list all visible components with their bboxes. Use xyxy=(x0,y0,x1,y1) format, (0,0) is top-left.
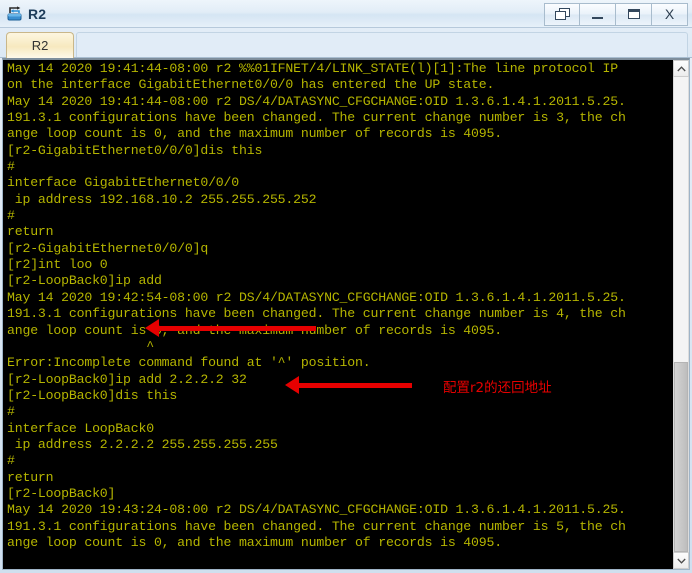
terminal-line: [r2]int loo 0 xyxy=(7,257,108,273)
terminal-line: [r2-LoopBack0] xyxy=(7,485,116,501)
arrow-int-loopback xyxy=(145,319,316,337)
terminal-line: ange loop count is 0, and the maximum nu… xyxy=(7,322,502,338)
tab-strip: R2 xyxy=(0,28,692,58)
chevron-up-icon xyxy=(676,65,686,71)
terminal-line: Error:Incomplete command found at '^' po… xyxy=(7,355,371,371)
terminal-line: ange loop count is 0, and the maximum nu… xyxy=(7,126,502,142)
minimize-icon xyxy=(592,16,603,19)
scroll-down-button[interactable] xyxy=(673,552,689,569)
router-console-window: R2 X R2 May 14 2020 19:41:44-08:00 r2 %%… xyxy=(0,0,692,573)
maximize-icon xyxy=(627,9,640,19)
terminal-line: [r2-GigabitEthernet0/0/0]dis this xyxy=(7,142,263,158)
terminal-line: ^ xyxy=(7,338,154,354)
terminal-line: [r2-LoopBack0]dis this xyxy=(7,387,178,403)
terminal-line: 191.3.1 configurations have been changed… xyxy=(7,110,626,126)
terminal-line: return xyxy=(7,469,54,485)
terminal-line: # xyxy=(7,159,15,175)
terminal-line: ip address 2.2.2.2 255.255.255.255 xyxy=(7,436,278,452)
terminal-line: ip address 192.168.10.2 255.255.255.252 xyxy=(7,191,317,207)
tab-strip-filler xyxy=(76,32,688,58)
vertical-scrollbar[interactable] xyxy=(672,60,689,569)
terminal-line: 191.3.1 configurations have been changed… xyxy=(7,306,626,322)
terminal-line: ange loop count is 0, and the maximum nu… xyxy=(7,534,502,550)
terminal-line: # xyxy=(7,404,15,420)
restore-tabs-button[interactable] xyxy=(544,2,580,26)
terminal-panel: May 14 2020 19:41:44-08:00 r2 %%01IFNET/… xyxy=(2,58,690,570)
maximize-button[interactable] xyxy=(616,2,652,26)
terminal-line: May 14 2020 19:42:54-08:00 r2 DS/4/DATAS… xyxy=(7,289,626,305)
scrollbar-track[interactable] xyxy=(673,77,689,552)
terminal-output[interactable]: May 14 2020 19:41:44-08:00 r2 %%01IFNET/… xyxy=(3,60,672,569)
scroll-up-button[interactable] xyxy=(673,60,689,77)
scrollbar-thumb[interactable] xyxy=(674,362,688,552)
terminal-line: interface GigabitEthernet0/0/0 xyxy=(7,175,240,191)
tab-label: R2 xyxy=(31,38,49,53)
close-button[interactable]: X xyxy=(652,2,688,26)
title-bar: R2 X xyxy=(0,0,692,28)
router-icon xyxy=(6,5,24,23)
minimize-button[interactable] xyxy=(580,2,616,26)
window-controls: X xyxy=(544,2,688,26)
terminal-line: # xyxy=(7,208,15,224)
terminal-line: interface LoopBack0 xyxy=(7,420,154,436)
tab-r2[interactable]: R2 xyxy=(6,32,74,58)
terminal-line: May 14 2020 19:43:24-08:00 r2 DS/4/DATAS… xyxy=(7,502,626,518)
restore-window-icon xyxy=(554,8,570,20)
terminal-line: May 14 2020 19:41:44-08:00 r2 %%01IFNET/… xyxy=(7,61,618,76)
terminal-line: [r2-LoopBack0]ip add xyxy=(7,273,162,289)
terminal-line: # xyxy=(7,453,15,469)
terminal-line: on the interface GigabitEthernet0/0/0 ha… xyxy=(7,77,495,93)
terminal-line: [r2-GigabitEthernet0/0/0]q xyxy=(7,240,209,256)
note-loopback-address: 配置r2的还回地址 xyxy=(443,380,552,396)
chevron-down-icon xyxy=(676,558,686,564)
close-icon: X xyxy=(664,6,675,22)
arrow-ip-address xyxy=(285,376,412,394)
terminal-line: return xyxy=(7,224,54,240)
terminal-line: May 14 2020 19:41:44-08:00 r2 DS/4/DATAS… xyxy=(7,93,626,109)
window-title: R2 xyxy=(28,5,47,22)
terminal-line: 191.3.1 configurations have been changed… xyxy=(7,518,626,534)
